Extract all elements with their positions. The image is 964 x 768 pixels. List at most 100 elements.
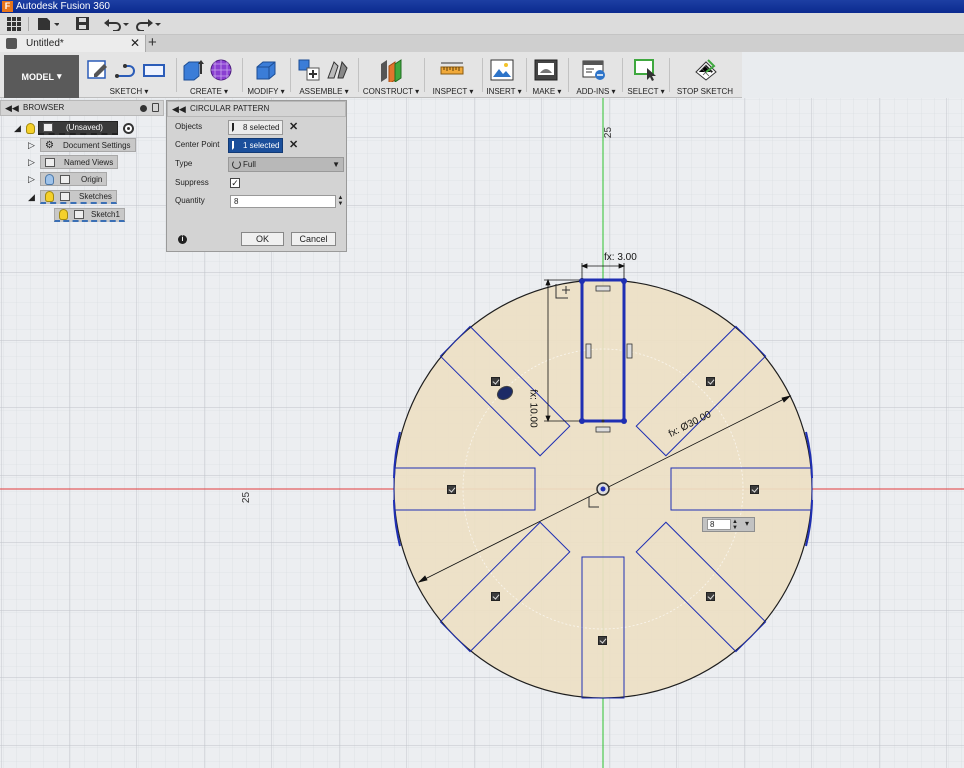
gear-icon: ⚙: [45, 139, 54, 151]
toolbar-group-construct[interactable]: CONSTRUCT ▾: [362, 52, 420, 98]
folder-icon: [60, 174, 70, 184]
stop-sketch-icon[interactable]: [694, 58, 718, 82]
browser-panel: ◀◀ BROWSER ◢ (Unsaved) ▷ ⚙ Document Sett…: [0, 100, 164, 230]
toolbar-group-sketch[interactable]: SKETCH ▾: [84, 52, 174, 98]
expand-triangle-icon[interactable]: ◢: [14, 123, 26, 134]
objects-selector[interactable]: 8 selected: [228, 120, 283, 135]
sketch-edit-icon[interactable]: [86, 58, 110, 82]
data-panel-grid-icon[interactable]: [7, 16, 21, 32]
collapse-dialog-icon[interactable]: ◀◀: [172, 102, 186, 116]
visibility-bulb-icon[interactable]: [45, 191, 54, 202]
cursor-icon: [232, 123, 239, 132]
named-views-chip[interactable]: Named Views: [40, 155, 119, 169]
grid-label-left: 25: [241, 491, 253, 504]
toolbar-group-insert[interactable]: INSERT ▾: [484, 52, 524, 98]
scripts-addins-icon[interactable]: [582, 58, 606, 82]
browser-title: BROWSER: [23, 103, 65, 112]
quantity-mini-spinner[interactable]: ▲ ▼: [732, 519, 738, 531]
toolbar-group-create[interactable]: CREATE ▾: [178, 52, 240, 98]
toolbar-label-sketch: SKETCH ▾: [109, 87, 149, 96]
undo-icon[interactable]: [104, 16, 130, 32]
tree-item-sketch1[interactable]: Sketch1: [54, 208, 125, 222]
joint-icon[interactable]: [325, 58, 349, 82]
measure-icon[interactable]: [440, 58, 464, 82]
type-value: Full: [243, 160, 256, 169]
visibility-bulb-icon[interactable]: [26, 122, 35, 134]
center-point-selected-count: 1 selected: [243, 141, 280, 150]
suppress-checkbox[interactable]: ✓: [230, 178, 240, 188]
quantity-input[interactable]: 8: [230, 195, 336, 208]
quantity-mini-input[interactable]: 8: [707, 519, 731, 530]
toolbar-label-make: MAKE ▾: [532, 87, 562, 96]
toolbar-group-select[interactable]: SELECT ▾: [625, 52, 667, 98]
panel-options-icon[interactable]: [140, 105, 147, 112]
tree-item-root[interactable]: ◢ (Unsaved): [14, 121, 134, 135]
tree-item-label: (Unsaved): [66, 123, 103, 132]
origin-chip[interactable]: Origin: [40, 172, 108, 186]
tree-item-label: Named Views: [64, 157, 114, 167]
info-icon[interactable]: i: [178, 235, 187, 244]
visibility-bulb-icon[interactable]: [59, 209, 68, 220]
quantity-row: Quantity 8 ▲ ▼: [167, 194, 346, 210]
line-icon[interactable]: [114, 58, 138, 82]
quantity-spinner[interactable]: ▲ ▼: [337, 195, 344, 208]
chevron-down-icon[interactable]: ▾: [745, 519, 749, 528]
document-tab[interactable]: Untitled* ✕: [0, 35, 146, 52]
pin-panel-icon[interactable]: [152, 103, 159, 112]
full-rotation-icon: [232, 160, 241, 169]
browser-header[interactable]: ◀◀ BROWSER: [0, 100, 164, 116]
save-icon[interactable]: [76, 16, 90, 32]
dimension-width[interactable]: fx: 3.00: [604, 252, 637, 263]
close-icon[interactable]: ✕: [130, 35, 140, 52]
cancel-button[interactable]: Cancel: [291, 232, 336, 246]
expand-triangle-icon[interactable]: ▷: [28, 140, 40, 151]
chevron-down-icon[interactable]: ▼: [332, 158, 340, 171]
file-menu-icon[interactable]: [37, 16, 59, 32]
clear-center-point-icon[interactable]: ✕: [289, 138, 298, 151]
center-point-selector[interactable]: 1 selected: [228, 138, 283, 153]
toolbar-group-addins[interactable]: ADD-INS ▾: [572, 52, 620, 98]
ok-button[interactable]: OK: [241, 232, 284, 246]
offset-plane-icon[interactable]: [379, 58, 403, 82]
activate-component-icon[interactable]: [122, 122, 134, 134]
tree-item-named-views[interactable]: ▷ Named Views: [28, 155, 119, 169]
type-label: Type: [175, 159, 193, 168]
new-component-icon[interactable]: [297, 58, 321, 82]
new-tab-plus-icon[interactable]: +: [148, 34, 157, 51]
form-sphere-icon[interactable]: [209, 58, 233, 82]
3d-print-icon[interactable]: [534, 58, 558, 82]
toolbar-group-make[interactable]: MAKE ▾: [529, 52, 565, 98]
expand-triangle-icon[interactable]: ◢: [28, 192, 40, 203]
tree-item-label: Sketches: [79, 192, 112, 201]
document-settings-chip[interactable]: ⚙ Document Settings: [40, 138, 136, 152]
select-cursor-icon[interactable]: [634, 58, 658, 82]
visibility-bulb-icon[interactable]: [45, 173, 54, 185]
toolbar-group-inspect[interactable]: INSPECT ▾: [428, 52, 478, 98]
toolbar-group-modify[interactable]: MODIFY ▾: [246, 52, 286, 98]
extrude-icon[interactable]: [181, 58, 205, 82]
tree-item-document-settings[interactable]: ▷ ⚙ Document Settings: [28, 138, 136, 152]
sketches-chip[interactable]: Sketches: [40, 190, 117, 204]
sketch1-chip[interactable]: Sketch1: [54, 208, 125, 222]
expand-triangle-icon[interactable]: ▷: [28, 174, 40, 185]
sketch-icon: [74, 210, 84, 219]
workspace-switcher[interactable]: MODEL ▾: [4, 55, 79, 98]
dialog-header[interactable]: ◀◀ CIRCULAR PATTERN: [167, 101, 346, 117]
stop-sketch-button[interactable]: STOP SKETCH: [674, 52, 736, 98]
type-dropdown[interactable]: Full ▼: [228, 157, 344, 172]
quantity-mini-widget[interactable]: 8 ▲ ▼ ▾: [702, 517, 755, 532]
toolbar-group-assemble[interactable]: ASSEMBLE ▾: [293, 52, 355, 98]
root-component-chip[interactable]: (Unsaved): [38, 121, 118, 135]
redo-icon[interactable]: [136, 16, 162, 32]
constraint-check-icon: [750, 485, 759, 494]
collapse-panel-icon[interactable]: ◀◀: [5, 101, 19, 115]
rectangle-icon[interactable]: [142, 58, 166, 82]
tree-item-origin[interactable]: ▷ Origin: [28, 172, 108, 186]
press-pull-icon[interactable]: [254, 58, 278, 82]
expand-triangle-icon[interactable]: ▷: [28, 157, 40, 168]
dimension-height[interactable]: fx: 10.00: [528, 389, 539, 427]
tree-item-sketches[interactable]: ◢ Sketches: [28, 190, 117, 204]
clear-objects-icon[interactable]: ✕: [289, 120, 298, 133]
constraint-check-icon: [491, 377, 500, 386]
insert-image-icon[interactable]: [490, 58, 514, 82]
